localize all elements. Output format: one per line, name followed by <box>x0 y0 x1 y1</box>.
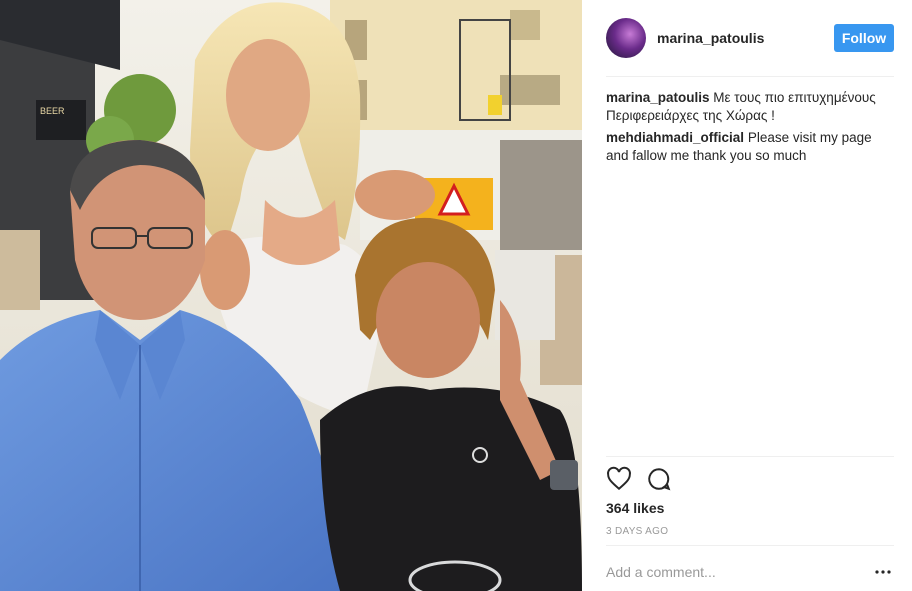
comment-item: mehdiahmadi_official Please visit my pag… <box>606 129 888 165</box>
post-timestamp: 3 DAYS AGO <box>606 526 669 537</box>
actions-divider <box>606 456 894 457</box>
post-header: marina_patoulis Follow <box>606 17 894 59</box>
comment-item: marina_patoulis Με τους πιο επιτυχημένου… <box>606 89 888 125</box>
more-options-icon[interactable] <box>874 563 892 581</box>
header-divider <box>606 76 894 77</box>
post-photo[interactable]: BEER <box>0 0 582 591</box>
comment-list: marina_patoulis Με τους πιο επιτυχημένου… <box>606 89 888 169</box>
comment-divider <box>606 545 894 546</box>
instagram-post: BEER marina_patoulis Follow marina_patou… <box>0 0 912 591</box>
beer-sign-text: BEER <box>40 106 65 116</box>
add-comment-input[interactable] <box>606 560 856 584</box>
post-actions <box>606 466 686 492</box>
comment-author[interactable]: mehdiahmadi_official <box>606 130 744 145</box>
post-photo-illustration: BEER <box>0 0 582 591</box>
heart-icon[interactable] <box>606 466 632 492</box>
comment-icon[interactable] <box>646 466 672 492</box>
follow-button[interactable]: Follow <box>834 24 894 52</box>
post-sidebar: marina_patoulis Follow marina_patoulis Μ… <box>582 0 912 591</box>
profile-avatar[interactable] <box>606 18 646 58</box>
likes-count[interactable]: 364 likes <box>606 500 664 516</box>
comment-author[interactable]: marina_patoulis <box>606 90 710 105</box>
author-username[interactable]: marina_patoulis <box>657 30 834 46</box>
